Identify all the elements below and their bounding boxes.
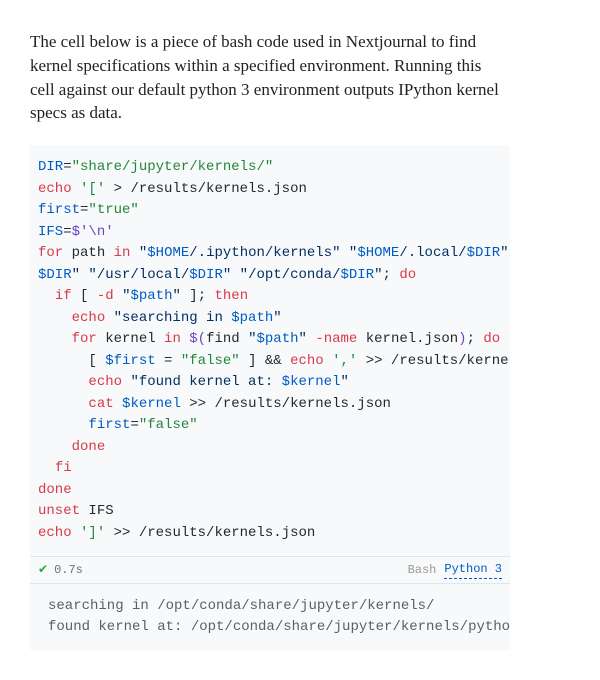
output-block: searching in /opt/conda/share/jupyter/ke… — [30, 584, 510, 650]
check-icon: ✔ — [38, 564, 48, 576]
status-right: Bash Python 3 — [408, 561, 502, 579]
code-block: DIR="share/jupyter/kernels/"echo '[' > /… — [30, 145, 510, 557]
status-left: ✔ 0.7s — [38, 562, 83, 579]
exec-time: 0.7s — [54, 562, 83, 579]
lang-badge: Bash — [408, 562, 437, 579]
intro-paragraph: The cell below is a piece of bash code u… — [30, 30, 510, 125]
status-bar: ✔ 0.7s Bash Python 3 — [30, 557, 510, 584]
env-badge[interactable]: Python 3 — [444, 561, 502, 579]
